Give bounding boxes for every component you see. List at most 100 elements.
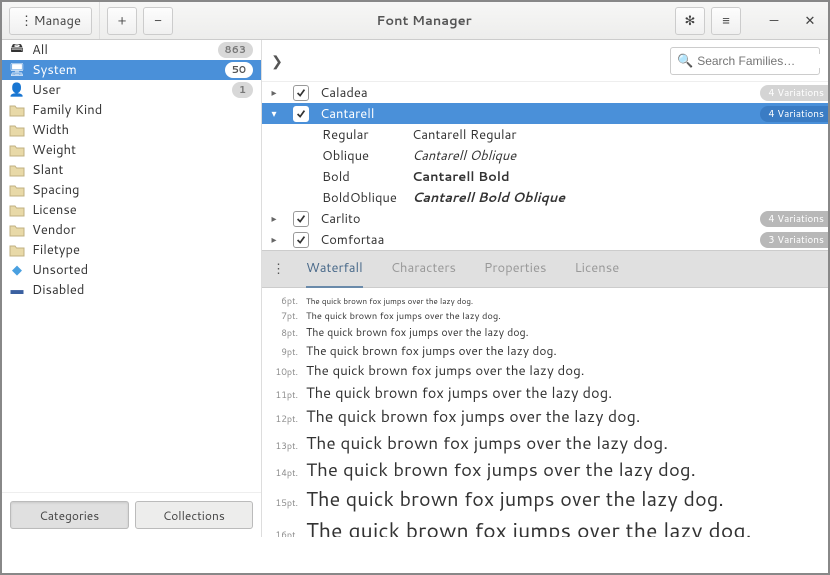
category-family-kind[interactable]: Family Kind — [2, 100, 261, 120]
folder-icon — [8, 242, 26, 258]
categories-tab[interactable]: Categories — [10, 501, 129, 529]
pangram-text: The quick brown fox jumps over the lazy … — [306, 382, 612, 403]
folder-icon — [8, 102, 26, 118]
expander-icon[interactable]: ▸ — [262, 86, 286, 100]
expander-icon[interactable]: ▸ — [262, 212, 286, 226]
category-all[interactable]: 🖴All863 — [2, 40, 261, 60]
pt-label: 16pt. — [272, 528, 306, 537]
style-name: Regular — [262, 126, 412, 144]
category-system[interactable]: 🖥 System50 — [2, 60, 261, 80]
waterfall-row: 7pt.The quick brown fox jumps over the l… — [272, 309, 818, 323]
tab-license[interactable]: License — [574, 250, 619, 288]
font-checkbox[interactable] — [292, 105, 310, 123]
window-title: Font Manager — [176, 12, 672, 30]
style-sample: Cantarell Regular — [412, 126, 828, 144]
expander-icon[interactable]: ▸ — [262, 233, 286, 247]
menu-button[interactable]: ≡ — [711, 7, 741, 35]
system-icon: 🖥 — [8, 62, 26, 78]
category-label: Family Kind — [32, 101, 253, 119]
font-row-comfortaa[interactable]: ▸Comfortaa3 Variations — [262, 229, 828, 250]
category-unsorted[interactable]: ◆Unsorted — [2, 260, 261, 280]
style-name: BoldOblique — [262, 189, 412, 207]
pt-label: 15pt. — [272, 496, 306, 509]
tab-properties[interactable]: Properties — [484, 250, 547, 288]
category-spacing[interactable]: Spacing — [2, 180, 261, 200]
category-weight[interactable]: Weight — [2, 140, 261, 160]
waterfall-row: 11pt.The quick brown fox jumps over the … — [272, 382, 818, 403]
manage-button[interactable]: ⋮ Manage — [9, 7, 92, 35]
pangram-text: The quick brown fox jumps over the lazy … — [306, 342, 557, 359]
folder-icon — [8, 222, 26, 238]
font-checkbox[interactable] — [292, 210, 310, 228]
folder-icon — [8, 142, 26, 158]
category-width[interactable]: Width — [2, 120, 261, 140]
category-label: Filetype — [32, 241, 253, 259]
category-label: System — [32, 61, 225, 79]
category-vendor[interactable]: Vendor — [2, 220, 261, 240]
close-button[interactable]: ✕ — [795, 7, 825, 35]
folder-icon — [8, 182, 26, 198]
category-count: 1 — [232, 82, 253, 98]
pt-label: 8pt. — [272, 326, 306, 339]
search-icon: 🔍 — [677, 52, 693, 70]
category-user[interactable]: 👤User1 — [2, 80, 261, 100]
pt-label: 13pt. — [272, 439, 306, 452]
tab-characters[interactable]: Characters — [391, 250, 456, 288]
style-row-boldoblique[interactable]: BoldObliqueCantarell Bold Oblique — [262, 187, 828, 208]
style-sample: Cantarell Oblique — [412, 147, 828, 165]
variations-badge: 4 Variations — [760, 106, 828, 122]
style-sample: Cantarell Bold — [412, 168, 828, 186]
font-row-caladea[interactable]: ▸Caladea4 Variations — [262, 82, 828, 103]
back-button[interactable]: ❯ — [262, 46, 292, 76]
style-row-regular[interactable]: RegularCantarell Regular — [262, 124, 828, 145]
font-row-cantarell[interactable]: ▾ Cantarell4 Variations — [262, 103, 828, 124]
search-box[interactable]: 🔍 — [670, 47, 820, 75]
search-input[interactable] — [697, 54, 828, 68]
font-name: Cantarell — [316, 105, 760, 123]
category-label: Disabled — [32, 281, 253, 299]
tab-waterfall[interactable]: Waterfall — [306, 250, 363, 288]
minimize-button[interactable]: — — [759, 7, 789, 35]
waterfall-row: 13pt.The quick brown fox jumps over the … — [272, 430, 818, 455]
category-label: Slant — [32, 161, 253, 179]
pangram-text: The quick brown fox jumps over the lazy … — [306, 485, 724, 513]
remove-button[interactable]: − — [143, 7, 173, 35]
style-row-bold[interactable]: BoldCantarell Bold — [262, 166, 828, 187]
waterfall-row: 12pt.The quick brown fox jumps over the … — [272, 405, 818, 428]
style-name: Oblique — [262, 147, 412, 165]
waterfall-row: 14pt.The quick brown fox jumps over the … — [272, 457, 818, 483]
style-row-oblique[interactable]: ObliqueCantarell Oblique — [262, 145, 828, 166]
category-license[interactable]: License — [2, 200, 261, 220]
waterfall-row: 10pt.The quick brown fox jumps over the … — [272, 361, 818, 380]
font-checkbox[interactable] — [292, 84, 310, 102]
pt-label: 6pt. — [272, 294, 306, 307]
category-slant[interactable]: Slant — [2, 160, 261, 180]
category-label: Vendor — [32, 221, 253, 239]
category-label: Unsorted — [32, 261, 253, 279]
expander-icon[interactable]: ▾ — [262, 107, 286, 121]
style-sample: Cantarell Bold Oblique — [412, 189, 828, 207]
waterfall-row: 8pt.The quick brown fox jumps over the l… — [272, 325, 818, 340]
category-filetype[interactable]: Filetype — [2, 240, 261, 260]
pt-label: 11pt. — [272, 388, 306, 401]
waterfall-row: 15pt.The quick brown fox jumps over the … — [272, 485, 818, 513]
waterfall-row: 6pt.The quick brown fox jumps over the l… — [272, 294, 818, 307]
pangram-text: The quick brown fox jumps over the lazy … — [306, 405, 640, 428]
category-disabled[interactable]: ▬Disabled — [2, 280, 261, 300]
waterfall-row: 9pt.The quick brown fox jumps over the l… — [272, 342, 818, 359]
pangram-text: The quick brown fox jumps over the lazy … — [306, 295, 473, 307]
pt-label: 14pt. — [272, 466, 306, 479]
pangram-text: The quick brown fox jumps over the lazy … — [306, 310, 501, 323]
collections-tab[interactable]: Collections — [135, 501, 254, 529]
tools-button[interactable]: ✻ — [675, 7, 705, 35]
variations-badge: 4 Variations — [760, 85, 828, 101]
font-checkbox[interactable] — [292, 231, 310, 249]
preview-menu-icon[interactable]: ⋮ — [272, 260, 282, 278]
font-row-carlito[interactable]: ▸Carlito4 Variations — [262, 208, 828, 229]
category-count: 50 — [225, 62, 253, 78]
pangram-text: The quick brown fox jumps over the lazy … — [306, 361, 584, 380]
pt-label: 10pt. — [272, 365, 306, 378]
add-button[interactable]: + — [107, 7, 137, 35]
pangram-text: The quick brown fox jumps over the lazy … — [306, 515, 752, 537]
drive-icon: 🖴 — [8, 42, 26, 58]
